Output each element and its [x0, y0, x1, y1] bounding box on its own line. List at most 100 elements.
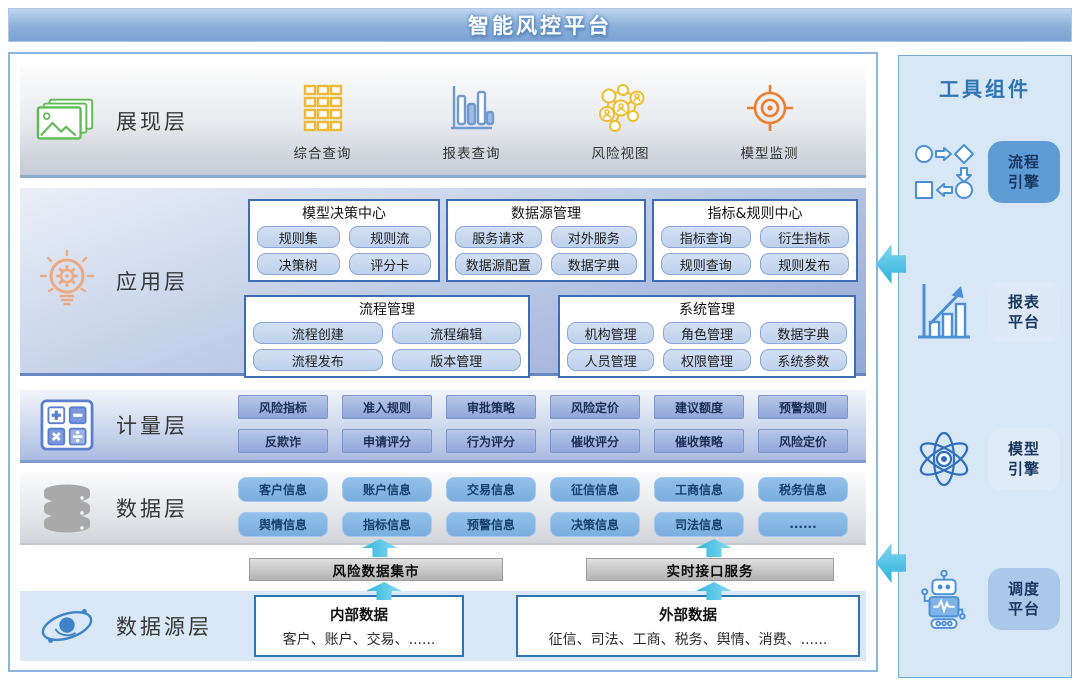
app-button-staff-management[interactable]: 人员管理: [567, 349, 654, 371]
app-button-process-publish[interactable]: 流程发布: [253, 349, 383, 371]
measure-button[interactable]: 催收评分: [550, 429, 640, 453]
measure-button[interactable]: 风险指标: [238, 395, 328, 419]
pictures-icon: [34, 97, 100, 145]
datasource-boxes: 内部数据 客户、账户、交易、...... 外部数据 征信、司法、工商、税务、舆情…: [238, 591, 872, 661]
schedule-platform-button[interactable]: 调度 平台: [988, 568, 1060, 630]
data-button[interactable]: 预警信息: [446, 512, 536, 537]
app-button-ruleflow[interactable]: 规则流: [349, 226, 432, 248]
app-button-process-edit[interactable]: 流程编辑: [392, 322, 522, 344]
measure-button[interactable]: 行为评分: [446, 429, 536, 453]
database-icon: [34, 482, 100, 534]
measure-button[interactable]: 建议额度: [654, 395, 744, 419]
model-engine-button[interactable]: 模型 引擎: [988, 428, 1060, 490]
app-button-scorecard[interactable]: 评分卡: [349, 253, 432, 275]
app-button-decision-tree[interactable]: 决策树: [257, 253, 340, 275]
app-button-external-service[interactable]: 对外服务: [551, 226, 638, 248]
bulb-gear-icon: [34, 249, 100, 313]
data-button[interactable]: 工商信息: [654, 477, 744, 502]
internal-data-title: 内部数据: [330, 604, 388, 625]
galaxy-icon: [34, 600, 100, 652]
tool-item-report-platform: 报表 平台: [899, 280, 1071, 344]
realtime-interface-service-bar: 实时接口服务: [586, 558, 834, 581]
group-process-management: 流程管理 流程创建 流程编辑 流程发布 版本管理: [244, 295, 530, 378]
tool-item-model-engine: 模型 引擎: [899, 427, 1071, 491]
atom-icon: [911, 429, 977, 489]
group-title: 模型决策中心: [257, 203, 431, 223]
process-engine-button[interactable]: 流程 引擎: [988, 141, 1060, 203]
group-indicator-rule-center: 指标&规则中心 指标查询 衍生指标 规则查询 规则发布: [652, 199, 858, 282]
report-platform-button[interactable]: 报表 平台: [988, 281, 1060, 343]
app-button-role-management[interactable]: 角色管理: [663, 322, 750, 344]
app-button-system-params[interactable]: 系统参数: [760, 349, 847, 371]
app-button-permission-management[interactable]: 权限管理: [663, 349, 750, 371]
measure-button[interactable]: 预警规则: [758, 395, 848, 419]
pres-item-composite-query[interactable]: 综合查询: [294, 81, 352, 162]
application-layer-row: 应用层 模型决策中心 规则集 规则流 决策树 评分卡 数据源管理: [20, 188, 866, 376]
measure-layer-head: 计量层: [20, 390, 238, 460]
group-title: 数据源管理: [455, 203, 637, 223]
pres-item-model-monitor[interactable]: 模型监测: [741, 81, 799, 162]
presentation-layer-label: 展现层: [116, 106, 188, 136]
flowchart-icon: [911, 143, 977, 201]
internal-data-content: 客户、账户、交易、......: [283, 629, 436, 649]
measure-button[interactable]: 准入规则: [342, 395, 432, 419]
data-button[interactable]: 客户信息: [238, 477, 328, 502]
platform-title: 智能风控平台: [468, 10, 612, 40]
app-button-org-management[interactable]: 机构管理: [567, 322, 654, 344]
pres-item-report-query[interactable]: 报表查询: [443, 81, 501, 162]
presentation-items: 综合查询 报表查询: [238, 66, 866, 175]
data-button[interactable]: 征信信息: [550, 477, 640, 502]
measure-button[interactable]: 反欺诈: [238, 429, 328, 453]
app-button-service-request[interactable]: 服务请求: [455, 226, 542, 248]
pres-item-risk-view[interactable]: 风险视图: [592, 81, 650, 162]
measure-button[interactable]: 催收策略: [654, 429, 744, 453]
app-button-data-dictionary[interactable]: 数据字典: [760, 322, 847, 344]
group-title: 系统管理: [567, 299, 847, 319]
data-button[interactable]: 账户信息: [342, 477, 432, 502]
tool-button-label-line1: 调度: [1008, 579, 1040, 599]
external-data-content: 征信、司法、工商、税务、舆情、消费、......: [549, 629, 828, 649]
app-button-indicator-query[interactable]: 指标查询: [661, 226, 751, 248]
app-button-datasource-config[interactable]: 数据源配置: [455, 253, 542, 275]
data-button[interactable]: 决策信息: [550, 512, 640, 537]
measure-button[interactable]: 申请评分: [342, 429, 432, 453]
measure-layer-label: 计量层: [116, 410, 188, 440]
datasource-layer-row: 数据源层 内部数据 客户、账户、交易、...... 外部数据 征信、司法、工商、…: [20, 591, 866, 661]
group-title: 指标&规则中心: [661, 203, 849, 223]
data-button[interactable]: ......: [758, 512, 848, 537]
measure-button[interactable]: 风险定价: [550, 395, 640, 419]
app-button-version-management[interactable]: 版本管理: [392, 349, 522, 371]
app-button-derived-indicator[interactable]: 衍生指标: [760, 226, 850, 248]
data-button[interactable]: 舆情信息: [238, 512, 328, 537]
data-buttons: 客户信息 账户信息 交易信息 征信信息 工商信息 税务信息 舆情信息 指标信息 …: [238, 472, 866, 543]
app-button-process-create[interactable]: 流程创建: [253, 322, 383, 344]
app-button-rule-query[interactable]: 规则查询: [661, 253, 751, 275]
data-button[interactable]: 司法信息: [654, 512, 744, 537]
tool-button-label-line2: 平台: [1008, 312, 1040, 332]
group-title: 流程管理: [253, 299, 521, 319]
measure-button[interactable]: 风险定价: [758, 429, 848, 453]
app-button-rule-publish[interactable]: 规则发布: [760, 253, 850, 275]
internal-data-box: 内部数据 客户、账户、交易、......: [254, 595, 464, 657]
data-button[interactable]: 税务信息: [758, 477, 848, 502]
external-data-title: 外部数据: [659, 604, 717, 625]
data-button[interactable]: 指标信息: [342, 512, 432, 537]
app-button-data-dictionary[interactable]: 数据字典: [551, 253, 638, 275]
data-button[interactable]: 交易信息: [446, 477, 536, 502]
report-chart-icon: [911, 282, 977, 342]
main-architecture-panel: 展现层 综合查询: [8, 52, 878, 672]
app-button-ruleset[interactable]: 规则集: [257, 226, 340, 248]
risk-data-mart-bar: 风险数据集市: [249, 558, 503, 581]
datasource-layer-label: 数据源层: [116, 611, 212, 641]
tool-button-label-line2: 引擎: [1008, 459, 1040, 479]
pres-item-label: 报表查询: [443, 142, 501, 162]
measure-layer-row: 计量层 风险指标 准入规则 审批策略 风险定价 建议额度 预警规则 反欺诈 申请…: [20, 390, 866, 463]
measure-button[interactable]: 审批策略: [446, 395, 536, 419]
tool-button-label-line2: 平台: [1008, 599, 1040, 619]
tool-components-sidebar: 工具组件 流程 引擎: [898, 55, 1072, 678]
tool-item-schedule-platform: 调度 平台: [899, 567, 1071, 631]
presentation-layer-row: 展现层 综合查询: [20, 66, 866, 178]
intelligent-risk-platform-diagram: 智能风控平台 展现层: [0, 0, 1080, 682]
platform-title-banner: 智能风控平台: [8, 8, 1072, 42]
external-data-box: 外部数据 征信、司法、工商、税务、舆情、消费、......: [516, 595, 860, 657]
